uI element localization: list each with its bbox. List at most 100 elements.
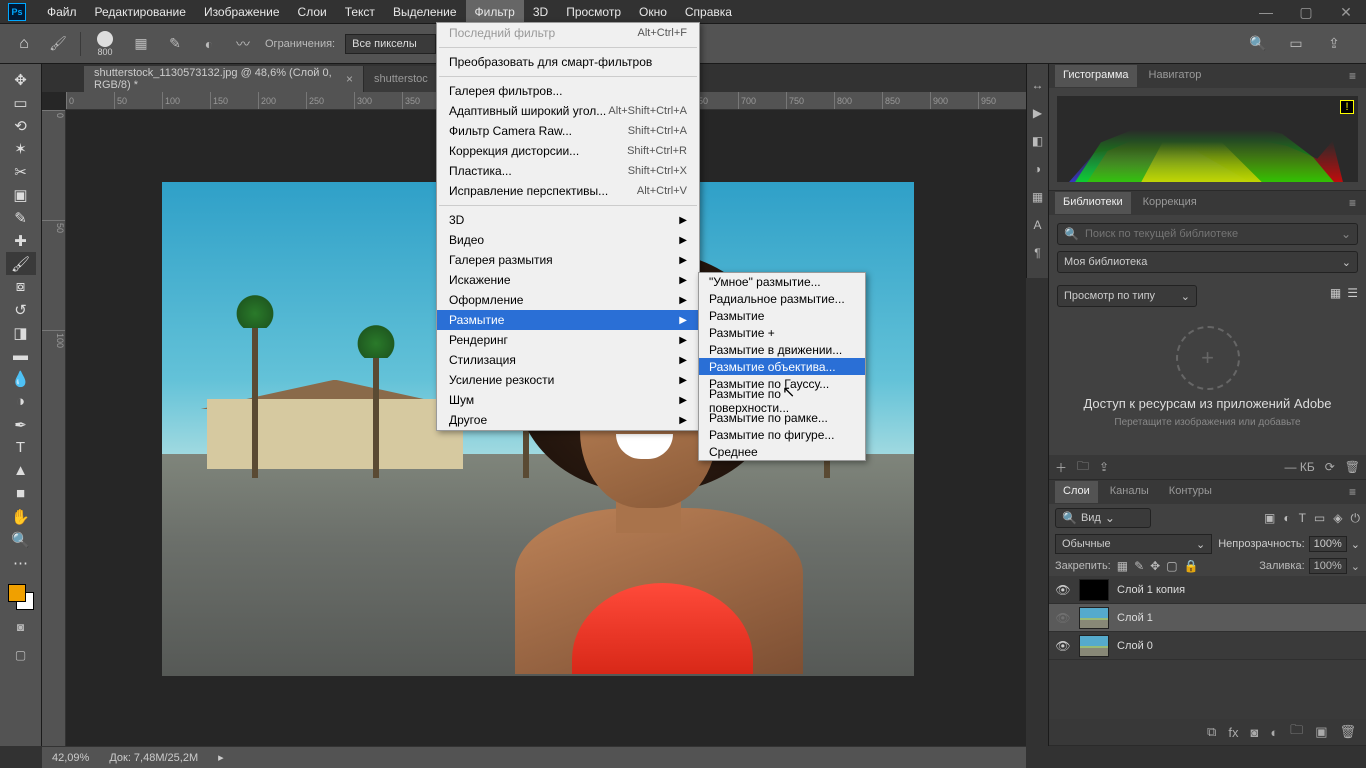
window-minimize[interactable]: — xyxy=(1246,0,1286,24)
lasso-tool[interactable]: ⟲ xyxy=(6,114,36,137)
library-select[interactable]: Моя библиотека⌄ xyxy=(1057,251,1358,273)
library-search-input[interactable] xyxy=(1085,228,1335,240)
opacity-value[interactable]: 100% xyxy=(1309,536,1347,552)
tab-layers[interactable]: Слои xyxy=(1055,481,1098,503)
brush-angle-icon[interactable]: ◐ xyxy=(197,32,221,56)
layer-row[interactable]: 👁 Слой 0 xyxy=(1049,632,1366,660)
lock-artboard-icon[interactable]: ▢ xyxy=(1166,559,1177,573)
crop-tool[interactable]: ✂ xyxy=(6,160,36,183)
gradient-tool[interactable]: ▬ xyxy=(6,344,36,367)
brush-preview[interactable]: 800 xyxy=(91,28,119,60)
adjustments-icon[interactable]: ◧ xyxy=(1029,134,1047,152)
menu-item[interactable]: Пластика...Shift+Ctrl+X xyxy=(437,161,699,181)
quick-select-tool[interactable]: ✶ xyxy=(6,137,36,160)
swatches-icon[interactable]: ▦ xyxy=(1029,190,1047,208)
list-view-icon[interactable]: ☰ xyxy=(1347,286,1358,300)
paragraph-icon[interactable]: ¶ xyxy=(1029,246,1047,264)
menu-select[interactable]: Выделение xyxy=(384,0,466,24)
marquee-tool[interactable]: ▭ xyxy=(6,91,36,114)
lock-pixels-icon[interactable]: ✎ xyxy=(1134,559,1144,573)
menu-filter[interactable]: Фильтр xyxy=(466,0,524,24)
brush-settings-icon[interactable]: ✎ xyxy=(163,32,187,56)
view-by-select[interactable]: Просмотр по типу⌄ xyxy=(1057,285,1197,307)
menu-file[interactable]: Файл xyxy=(38,0,86,24)
screenmode-icon[interactable]: ▢ xyxy=(6,644,36,666)
window-maximize[interactable]: ▢ xyxy=(1286,0,1326,24)
adjustment-layer-icon[interactable]: ◐ xyxy=(1270,725,1278,740)
visibility-toggle[interactable]: 👁 xyxy=(1055,611,1071,625)
document-size[interactable]: Док: 7,48M/25,2M xyxy=(109,752,198,764)
home-icon[interactable]: ⌂ xyxy=(12,32,36,56)
upload-icon[interactable]: ⇪ xyxy=(1099,460,1109,474)
menu-item-pixelate[interactable]: Оформление▶ xyxy=(437,290,699,310)
stamp-tool[interactable]: ⧇ xyxy=(6,275,36,298)
layer-thumbnail[interactable] xyxy=(1079,607,1109,629)
play-icon[interactable]: ▶ xyxy=(1029,106,1047,124)
filter-pixel-icon[interactable]: ▣ xyxy=(1264,511,1275,526)
dodge-tool[interactable]: ◑ xyxy=(6,390,36,413)
layer-filter-kind[interactable]: 🔍 Вид ⌄ xyxy=(1055,508,1151,528)
layer-thumbnail[interactable] xyxy=(1079,635,1109,657)
fill-value[interactable]: 100% xyxy=(1309,558,1347,574)
filter-adjust-icon[interactable]: ◐ xyxy=(1283,511,1290,526)
character-icon[interactable]: A xyxy=(1029,218,1047,236)
document-tab[interactable]: shutterstock_1130573132.jpg @ 48,6% (Сло… xyxy=(84,66,364,92)
eraser-tool[interactable]: ◨ xyxy=(6,321,36,344)
chevron-right-icon[interactable]: ▸ xyxy=(218,751,224,764)
tab-paths[interactable]: Контуры xyxy=(1161,481,1220,503)
panel-menu-icon[interactable]: ≡ xyxy=(1349,196,1360,210)
quickmask-icon[interactable]: ◙ xyxy=(6,616,36,638)
submenu-item[interactable]: Размытие в движении... xyxy=(699,341,865,358)
submenu-item-lens-blur[interactable]: Размытие объектива... xyxy=(699,358,865,375)
menu-item-distort[interactable]: Искажение▶ xyxy=(437,270,699,290)
foreground-color[interactable] xyxy=(8,584,26,602)
menu-item-3d[interactable]: 3D▶ xyxy=(437,210,699,230)
lock-transparency-icon[interactable]: ▦ xyxy=(1117,559,1128,573)
menu-item-render[interactable]: Рендеринг▶ xyxy=(437,330,699,350)
menu-item-video[interactable]: Видео▶ xyxy=(437,230,699,250)
share-icon[interactable]: ⇪ xyxy=(1322,32,1346,56)
link-layers-icon[interactable]: ⧉ xyxy=(1207,724,1216,740)
submenu-item[interactable]: Размытие по фигуре... xyxy=(699,426,865,443)
menu-item[interactable]: Адаптивный широкий угол...Alt+Shift+Ctrl… xyxy=(437,101,699,121)
sync-icon[interactable]: ⟳ xyxy=(1325,460,1335,474)
panel-menu-icon[interactable]: ≡ xyxy=(1349,485,1360,499)
layer-name[interactable]: Слой 1 копия xyxy=(1117,584,1185,596)
menu-item[interactable]: Коррекция дисторсии...Shift+Ctrl+R xyxy=(437,141,699,161)
grid-view-icon[interactable]: ▦ xyxy=(1330,286,1341,300)
tab-histogram[interactable]: Гистограмма xyxy=(1055,65,1137,87)
menu-item-blur[interactable]: Размытие▶ xyxy=(437,310,699,330)
menu-item-noise[interactable]: Шум▶ xyxy=(437,390,699,410)
menu-3d[interactable]: 3D xyxy=(524,0,557,24)
filter-smart-icon[interactable]: ◈ xyxy=(1333,511,1342,526)
blend-mode-select[interactable]: Обычные⌄ xyxy=(1055,534,1212,554)
edit-toolbar[interactable]: ⋯ xyxy=(6,551,36,574)
brush-tool[interactable]: 🖌 xyxy=(6,252,36,275)
color-swatches[interactable] xyxy=(8,584,34,610)
add-icon[interactable]: ＋ xyxy=(1055,459,1067,476)
tab-channels[interactable]: Каналы xyxy=(1102,481,1157,503)
filter-shape-icon[interactable]: ▭ xyxy=(1314,511,1325,526)
blur-tool[interactable]: 💧 xyxy=(6,367,36,390)
folder-icon[interactable]: 🗀 xyxy=(1077,457,1089,478)
submenu-item[interactable]: Размытие + xyxy=(699,324,865,341)
brush-tool-indicator-icon[interactable]: 🖌 xyxy=(46,32,70,56)
search-icon[interactable]: 🔍 xyxy=(1246,32,1270,56)
menu-item[interactable]: Исправление перспективы...Alt+Ctrl+V xyxy=(437,181,699,201)
brush-panel-icon[interactable]: ▦ xyxy=(129,32,153,56)
menu-text[interactable]: Текст xyxy=(336,0,384,24)
submenu-item[interactable]: Размытие по поверхности... xyxy=(699,392,865,409)
styles-icon[interactable]: ◑ xyxy=(1029,162,1047,180)
menu-item[interactable]: Фильтр Camera Raw...Shift+Ctrl+A xyxy=(437,121,699,141)
layer-style-icon[interactable]: fx xyxy=(1228,725,1238,740)
submenu-item[interactable]: "Умное" размытие... xyxy=(699,273,865,290)
path-select-tool[interactable]: ▲ xyxy=(6,459,36,482)
menu-edit[interactable]: Редактирование xyxy=(86,0,195,24)
submenu-item[interactable]: Размытие xyxy=(699,307,865,324)
chevron-down-icon[interactable]: ⌄ xyxy=(1341,227,1351,241)
group-icon[interactable]: 🗀 xyxy=(1290,721,1303,743)
layer-mask-icon[interactable]: ◙ xyxy=(1250,725,1258,740)
menu-item-last-filter[interactable]: Последний фильтрAlt+Ctrl+F xyxy=(437,23,699,43)
move-tool[interactable]: ✥ xyxy=(6,68,36,91)
close-icon[interactable]: × xyxy=(346,72,353,86)
